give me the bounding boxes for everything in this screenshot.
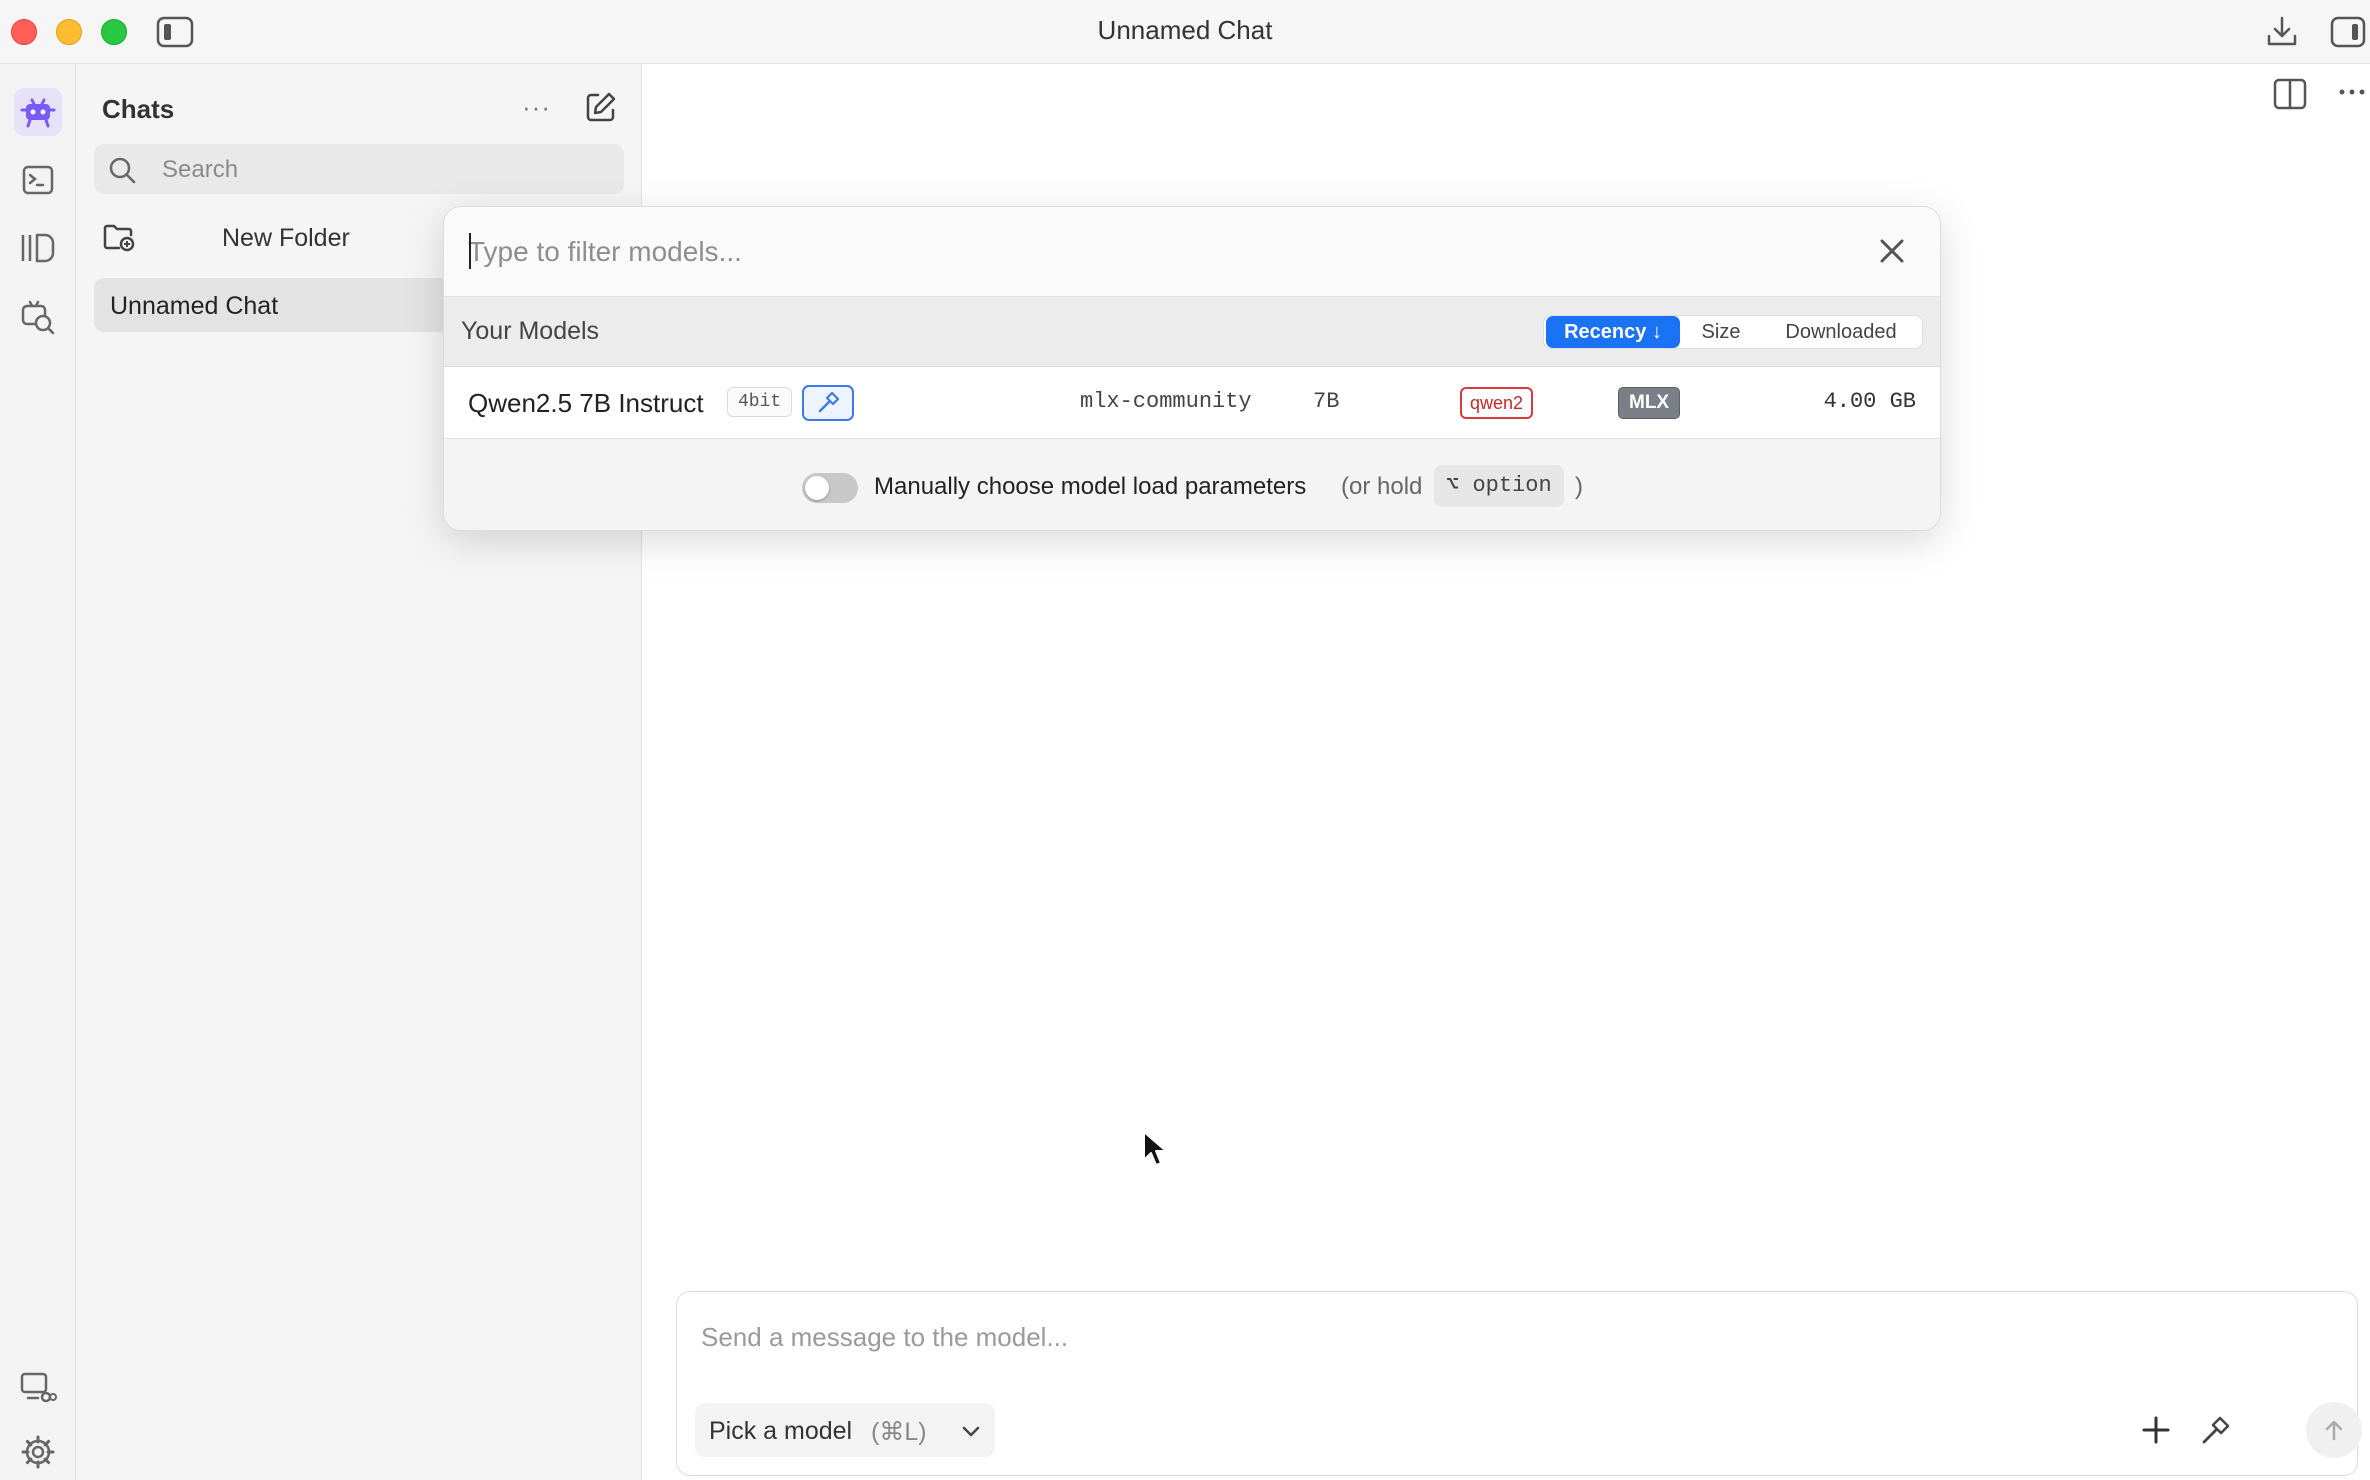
mouse-pointer-icon xyxy=(1143,1131,1167,1166)
rail-developer-button[interactable] xyxy=(14,156,62,204)
chevron-down-icon xyxy=(962,1426,980,1437)
model-publisher: mlx-community xyxy=(1080,389,1252,414)
search-placeholder: Search xyxy=(162,156,239,183)
pick-model-label: Pick a model xyxy=(709,1417,853,1445)
manual-load-params-label: Manually choose model load parameters xyxy=(874,473,1307,500)
model-size: 4.00 GB xyxy=(1823,389,1916,414)
icon-rail xyxy=(0,64,76,1480)
sort-size-button[interactable]: Size xyxy=(1686,316,1756,348)
sort-segmented-control: Recency ↓ Size Downloaded xyxy=(1543,315,1923,349)
model-picker-footer: Manually choose model load parameters (o… xyxy=(444,439,1940,530)
model-arch-badge: qwen2 xyxy=(1460,387,1534,419)
connection-icon xyxy=(20,1372,57,1403)
terminal-icon xyxy=(22,165,54,195)
toggle-knob xyxy=(805,476,829,500)
more-options-icon[interactable] xyxy=(2334,76,2370,112)
model-name: Qwen2.5 7B Instruct xyxy=(468,388,704,418)
manual-load-params-toggle[interactable] xyxy=(802,473,858,503)
models-section-header: Your Models Recency ↓ Size Downloaded xyxy=(444,297,1940,367)
tools-hammer-icon[interactable] xyxy=(2197,1412,2233,1448)
message-input[interactable]: Send a message to the model... xyxy=(701,1322,1068,1353)
new-chat-icon[interactable] xyxy=(584,90,618,124)
split-view-icon[interactable] xyxy=(2272,76,2308,112)
pick-model-button[interactable]: Pick a model (⌘L) xyxy=(695,1403,995,1457)
arrow-up-icon xyxy=(2325,1420,2343,1441)
pick-model-shortcut: (⌘L) xyxy=(871,1418,927,1446)
search-icon xyxy=(109,157,136,184)
window-title: Unnamed Chat xyxy=(1097,15,1273,45)
new-folder-label: New Folder xyxy=(222,224,350,252)
sort-recency-button[interactable]: Recency ↓ xyxy=(1546,316,1680,348)
model-picker-popover: Your Models Recency ↓ Size Downloaded Qw… xyxy=(443,206,1941,531)
close-icon[interactable] xyxy=(1874,233,1910,269)
tool-use-badge xyxy=(802,385,854,421)
right-panel-toggle-icon[interactable] xyxy=(2330,14,2366,50)
text-caret xyxy=(469,233,471,269)
chat-robot-icon xyxy=(20,98,56,128)
model-filter-bar xyxy=(444,207,1940,297)
chats-title: Chats xyxy=(102,94,175,124)
rail-chat-button[interactable] xyxy=(14,88,62,136)
title-bar: Unnamed Chat xyxy=(0,0,2370,64)
app-window: Unnamed Chat Chats ··· Search New Folder… xyxy=(0,0,2370,1480)
settings-gear-icon xyxy=(21,1435,55,1469)
quantization-badge: 4bit xyxy=(727,387,793,417)
option-hint-suffix: ) xyxy=(1575,473,1583,500)
option-key-hint: ⌥ option xyxy=(1434,465,1564,507)
model-search-icon xyxy=(21,300,55,335)
rail-connection-button[interactable] xyxy=(14,1364,62,1412)
model-filter-input[interactable] xyxy=(468,229,1818,275)
rail-models-button[interactable] xyxy=(14,224,62,272)
models-section-title: Your Models xyxy=(461,317,600,345)
chats-more-button[interactable]: ··· xyxy=(522,92,551,123)
model-format-badge: MLX xyxy=(1618,387,1681,419)
send-button[interactable] xyxy=(2306,1402,2362,1458)
add-attachment-icon[interactable] xyxy=(2138,1412,2174,1448)
option-hint-prefix: (or hold xyxy=(1341,473,1423,500)
rail-settings-button[interactable] xyxy=(14,1428,62,1476)
chat-search-input[interactable]: Search xyxy=(94,144,624,194)
new-folder-icon xyxy=(103,224,135,252)
chat-list-item-label: Unnamed Chat xyxy=(110,292,279,320)
message-composer: Send a message to the model... Pick a mo… xyxy=(676,1291,2362,1476)
hammer-icon xyxy=(818,391,840,413)
model-params: 7B xyxy=(1313,389,1340,414)
sort-downloaded-button[interactable]: Downloaded xyxy=(1764,316,1918,348)
download-icon[interactable] xyxy=(2264,14,2300,50)
rail-discover-button[interactable] xyxy=(14,292,62,340)
model-list-item[interactable]: Qwen2.5 7B Instruct 4bit mlx-community 7… xyxy=(444,367,1940,439)
models-library-icon xyxy=(21,233,55,263)
